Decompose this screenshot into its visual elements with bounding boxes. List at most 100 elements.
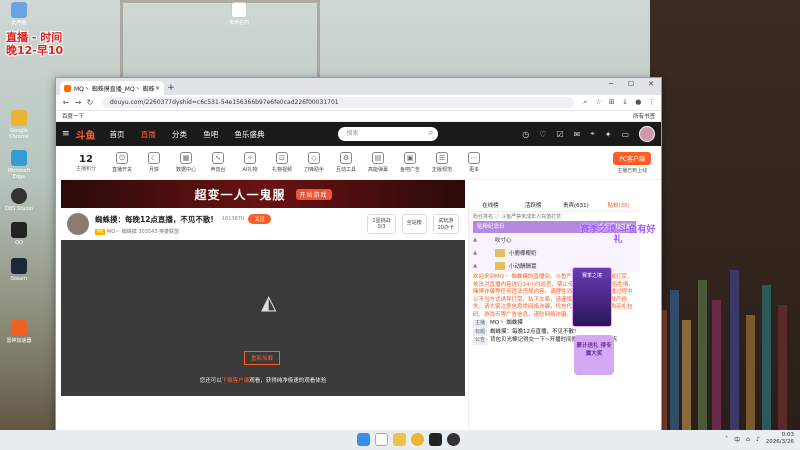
promo-card[interactable]: 赛季之境: [572, 267, 612, 327]
category-link[interactable]: 英雄联盟: [159, 229, 179, 235]
desktop-file[interactable]: 未命名的: [224, 2, 254, 26]
search-page-icon[interactable]: ⌕: [580, 98, 591, 107]
stamp-line-2: 晚12-早10: [6, 44, 64, 57]
desktop-icon-qq[interactable]: QQ: [4, 222, 34, 246]
pc-client-button[interactable]: PC客户端 主播已到上线: [613, 151, 651, 174]
streamer-avatar[interactable]: [67, 213, 89, 235]
desktop-icon-edge[interactable]: Microsoft Edge: [4, 150, 34, 180]
toolbar-item-11[interactable]: ⋯ 更多: [458, 152, 490, 173]
user-avatar[interactable]: [639, 126, 655, 142]
profile-icon[interactable]: ●: [633, 98, 644, 106]
anchor-points[interactable]: 12 主播积分: [66, 154, 106, 172]
tab-vip[interactable]: 贵宾(631): [555, 201, 598, 209]
star-challenge-button[interactable]: 1星挑战 0/3: [367, 214, 396, 234]
reload-icon[interactable]: ↻: [84, 98, 96, 107]
promo-title: 赛季之境 斗鱼有好礼: [580, 225, 656, 245]
obs-taskbar-icon[interactable]: [447, 433, 460, 446]
chevron-up-icon[interactable]: ˄: [725, 436, 728, 443]
nav-category[interactable]: 分类: [172, 130, 187, 139]
lang-indicator[interactable]: 中: [734, 435, 740, 444]
chrome-taskbar-icon[interactable]: [411, 433, 424, 446]
trial-game-button[interactable]: 试玩游 20办卡: [432, 214, 459, 234]
bookmark-baidu[interactable]: 百度一下: [62, 112, 84, 120]
close-window-icon[interactable]: ✕: [641, 78, 661, 91]
booster-icon: [11, 320, 27, 336]
forward-icon[interactable]: →: [72, 98, 84, 107]
site-rank-button[interactable]: 全站榜: [401, 214, 427, 234]
edge-icon: [11, 150, 27, 166]
toolbar-item-7[interactable]: ⚙ 互动工具: [330, 152, 362, 173]
toolbar-item-1[interactable]: ☾ 月饼: [138, 152, 170, 173]
anchor-toolbar: 12 主播积分 ⏻ 直播开关 ☾ 月饼 ▦ 数据中心 ∿ 声音台 ✧ AI礼物 ⊡ 礼物视频 …: [56, 146, 661, 180]
network-icon[interactable]: ⌂: [746, 436, 750, 443]
start-icon[interactable]: [357, 433, 370, 446]
follow-button[interactable]: 关注: [248, 214, 272, 224]
tab-active[interactable]: 活跃榜: [512, 201, 555, 209]
message-icon[interactable]: ✉: [574, 130, 581, 139]
desktop-icon-chrome[interactable]: Google Chrome: [4, 110, 34, 140]
maximize-icon[interactable]: ☐: [621, 78, 641, 91]
close-tab-icon[interactable]: ×: [155, 85, 160, 92]
nav-festival[interactable]: 鱼乐盛典: [234, 130, 264, 139]
tab-strip: MQ丶 蜘蛛摸直播_MQ丶 蜘蛛摸... × + ─ ☐ ✕: [56, 78, 661, 95]
desktop-icon-booster[interactable]: 雷神加速器: [4, 320, 34, 344]
back-icon[interactable]: ←: [60, 98, 72, 107]
toolbar-item-10[interactable]: ☰ 正版规范: [426, 152, 458, 173]
nav-home[interactable]: 首页: [110, 130, 125, 139]
more-icon: ⋯: [468, 152, 480, 164]
tool-icon: ⚙: [340, 152, 352, 164]
app-taskbar-icon[interactable]: [429, 433, 442, 446]
douyu-logo[interactable]: 斗鱼: [76, 127, 96, 142]
ad-cta-button[interactable]: 开始游戏: [295, 188, 332, 200]
desktop-icon-this-pc[interactable]: 此电脑: [4, 2, 34, 26]
tab-online[interactable]: 在线榜: [469, 201, 512, 209]
toolbar-item-6[interactable]: ◇ 刀锋助手: [298, 152, 330, 173]
toolbar-item-2[interactable]: ▦ 数据中心: [170, 152, 202, 173]
search-icon[interactable]: [375, 433, 388, 446]
obs-icon: [11, 188, 27, 204]
history-icon[interactable]: ◷: [522, 130, 529, 139]
download-icon[interactable]: ↓: [620, 98, 631, 106]
schedule-stamp: 直播 - 时间 晚12-早10: [6, 31, 63, 57]
promo-badge[interactable]: 累计送礼 得专属大奖: [574, 335, 614, 375]
url-input[interactable]: douyu.com/2260377dyshid=c6c531-54e156366…: [102, 97, 574, 108]
search-input[interactable]: 搜索: [338, 126, 439, 141]
extensions-icon[interactable]: ⊞: [606, 98, 617, 106]
task-icon[interactable]: ☑: [556, 130, 563, 139]
toolbar-item-9[interactable]: ▣ 鱼吧广告: [394, 152, 426, 173]
nav-live[interactable]: 直播: [141, 130, 156, 139]
location-icon[interactable]: ⌖: [590, 129, 595, 139]
new-tab-button[interactable]: +: [164, 81, 178, 95]
toolbar-item-8[interactable]: ▤ 高能弹幕: [362, 152, 394, 173]
heart-icon[interactable]: ♡: [539, 130, 546, 139]
volume-icon[interactable]: ♪: [756, 436, 760, 443]
toolbar-item-4[interactable]: ✧ AI礼物: [234, 152, 266, 173]
cast-icon[interactable]: ▭: [621, 130, 629, 139]
reload-button[interactable]: 重新加载: [244, 351, 281, 365]
download-client-link[interactable]: 下载客户端: [222, 378, 250, 384]
all-bookmarks[interactable]: 所有书签: [633, 112, 655, 120]
nav-yuba[interactable]: 鱼吧: [203, 130, 218, 139]
video-player[interactable]: ◭ 重新加载 您还可以下载客户端观看，获得纯净极速的观看体验: [61, 240, 465, 396]
hamburger-icon[interactable]: ≡: [62, 129, 70, 139]
star-icon[interactable]: ☆: [593, 98, 604, 106]
host-name[interactable]: MQ丶 蜘蛛摸: [107, 229, 137, 235]
rule-icon: ☰: [436, 152, 448, 164]
ad-icon: ▣: [404, 152, 416, 164]
toolbar-item-5[interactable]: ⊡ 礼物视频: [266, 152, 298, 173]
folder-icon[interactable]: [393, 433, 406, 446]
clock[interactable]: 0:03 2026/3/26: [766, 432, 794, 446]
desktop-icon-obs[interactable]: OBS Studio: [4, 188, 34, 212]
minimize-icon[interactable]: ─: [601, 78, 621, 91]
menu-icon[interactable]: ⋮: [646, 98, 657, 106]
toolbar-item-0[interactable]: ⏻ 直播开关: [106, 152, 138, 173]
toolbar-item-3[interactable]: ∿ 声音台: [202, 152, 234, 173]
danmu-icon: ▤: [372, 152, 384, 164]
event-promo[interactable]: 赛季之境 斗鱼有好礼 赛季之境 累计送礼 得专属大奖: [558, 225, 658, 395]
desktop-icon-steam[interactable]: Steam: [4, 258, 34, 282]
bulb-icon[interactable]: ✦: [605, 130, 612, 139]
browser-tab[interactable]: MQ丶 蜘蛛摸直播_MQ丶 蜘蛛摸... ×: [60, 81, 164, 95]
tab-fans[interactable]: 贴粉(35): [597, 201, 640, 209]
game-ad-banner[interactable]: 超变一人一鬼服 开始游戏: [61, 180, 465, 208]
bookshelf-decoration: [650, 0, 800, 430]
